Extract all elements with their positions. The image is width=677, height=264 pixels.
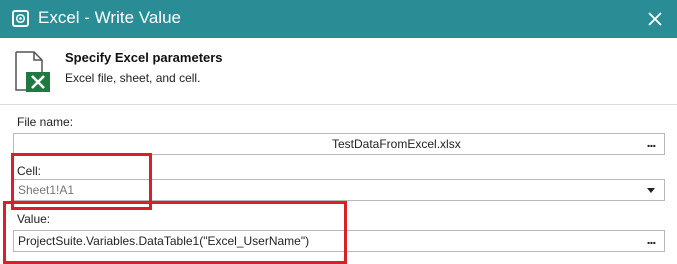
browse-file-button[interactable]: ... [641, 135, 661, 153]
window-title: Excel - Write Value [38, 8, 181, 27]
cell-dropdown-button[interactable] [642, 181, 660, 199]
close-icon[interactable] [648, 12, 662, 26]
edit-value-button[interactable]: ... [641, 232, 661, 250]
header-subtitle: Excel file, sheet, and cell. [65, 71, 201, 85]
excel-file-icon [12, 50, 52, 94]
file-name-label: File name: [17, 115, 74, 129]
dialog-header: Specify Excel parameters Excel file, she… [0, 38, 677, 105]
file-name-value: TestDataFromExcel.xlsx [332, 137, 461, 151]
file-name-field[interactable]: TestDataFromExcel.xlsx ... [13, 133, 665, 155]
value-highlight-box [3, 201, 347, 264]
redacted-region [34, 137, 332, 152]
title-bar: Excel - Write Value [0, 0, 677, 38]
header-title: Specify Excel parameters [65, 50, 223, 65]
close-button[interactable] [633, 0, 677, 38]
chevron-down-icon[interactable] [647, 187, 655, 193]
app-logo-icon [12, 10, 29, 27]
